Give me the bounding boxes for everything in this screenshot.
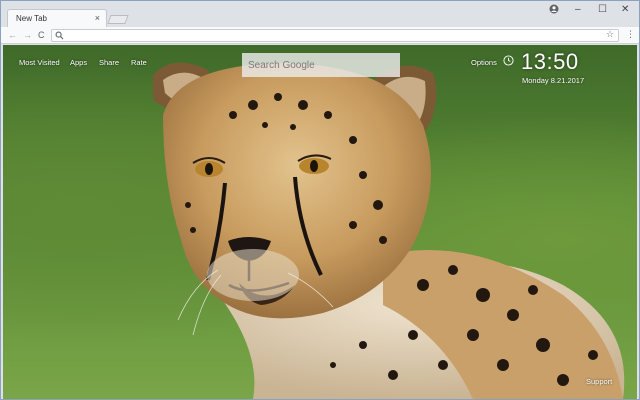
minimize-button[interactable]: – — [575, 5, 581, 15]
bookmark-star-icon[interactable]: ☆ — [606, 29, 614, 39]
clock-icon[interactable] — [503, 55, 514, 66]
tab-close-icon[interactable]: × — [95, 13, 100, 23]
new-tab-button[interactable] — [107, 15, 129, 24]
tab-new-tab[interactable]: New Tab × — [7, 9, 107, 27]
maximize-button[interactable]: ☐ — [598, 5, 607, 15]
browser-window: New Tab × – ☐ ✕ ← → C ☆ ⋮ Most Visited A… — [0, 0, 640, 400]
most-visited-link[interactable]: Most Visited — [19, 58, 60, 67]
cheetah-wallpaper — [153, 62, 625, 399]
new-tab-page: Most Visited Apps Share Rate Options 13:… — [3, 45, 637, 399]
search-box — [242, 53, 400, 77]
forward-button[interactable]: → — [23, 30, 32, 40]
options-link[interactable]: Options — [471, 58, 497, 67]
browser-toolbar: ← → C ☆ ⋮ — [1, 27, 639, 44]
search-icon — [55, 31, 64, 40]
address-bar[interactable] — [51, 29, 619, 42]
support-link[interactable]: Support — [586, 377, 612, 386]
back-button[interactable]: ← — [8, 30, 17, 40]
rate-link[interactable]: Rate — [131, 58, 147, 67]
profile-icon[interactable] — [549, 4, 559, 14]
share-link[interactable]: Share — [99, 58, 119, 67]
clock-time: 13:50 — [521, 49, 579, 74]
browser-menu-icon[interactable]: ⋮ — [626, 29, 635, 39]
apps-link[interactable]: Apps — [70, 58, 87, 67]
close-window-button[interactable]: ✕ — [621, 5, 629, 15]
reload-button[interactable]: C — [38, 30, 45, 40]
clock-date: Monday 8.21.2017 — [522, 76, 585, 85]
search-input[interactable] — [242, 53, 400, 77]
tab-title: New Tab — [16, 14, 47, 23]
tab-strip: New Tab × – ☐ ✕ — [1, 1, 639, 27]
